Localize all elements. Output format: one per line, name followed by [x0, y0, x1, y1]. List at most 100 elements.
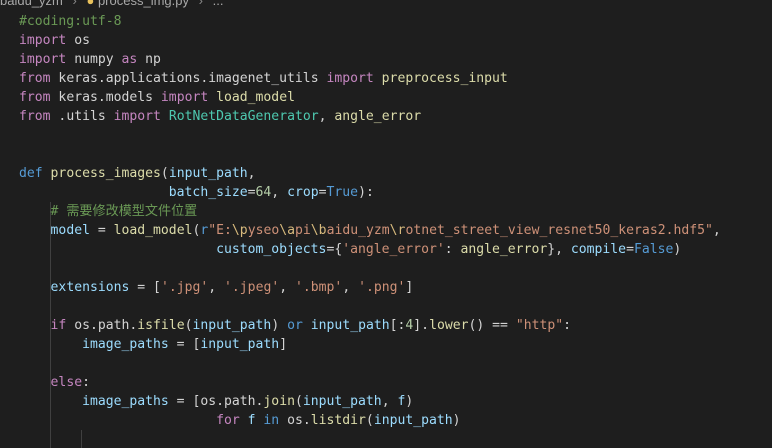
code-token: np	[137, 52, 161, 67]
code-editor[interactable]: #coding:utf-8 import os import numpy as np…	[0, 12, 772, 448]
code-token: keras.models	[50, 90, 161, 105]
code-token: batch_size	[168, 185, 248, 200]
code-token: :	[444, 242, 461, 257]
code-token: = [	[168, 337, 201, 352]
code-token: ,	[318, 109, 335, 124]
code-token: angle_error	[334, 109, 422, 124]
code-line[interactable]: else:	[19, 373, 90, 392]
code-line[interactable]: #coding:utf-8	[19, 12, 121, 31]
code-token: )	[271, 318, 288, 333]
code-token: input_path	[168, 166, 248, 181]
code-token: angle_error	[460, 242, 548, 257]
code-token: from	[19, 90, 51, 105]
code-token: input_path	[302, 394, 382, 409]
breadcrumb-trail[interactable]: ...	[213, 0, 224, 8]
code-line[interactable]: extensions = ['.jpg', '.jpeg', '.bmp', '…	[19, 278, 414, 297]
code-token: crop	[287, 185, 319, 200]
code-token: load_model	[216, 90, 295, 105]
code-token: False	[633, 242, 674, 257]
code-token: yseo	[247, 223, 280, 238]
code-line[interactable]: batch_size=64, crop=True):	[19, 183, 374, 202]
code-token: model	[50, 223, 90, 238]
code-line[interactable]: from .utils import RotNetDataGenerator, …	[19, 107, 421, 126]
code-token: otnet_street_view_resnet50_keras2.hdf5"	[405, 223, 713, 238]
code-token: or	[287, 318, 303, 333]
code-token: (	[294, 394, 303, 409]
code-token: )	[452, 413, 461, 428]
code-token: def	[19, 166, 43, 181]
code-line[interactable]: custom_objects={'angle_error': angle_err…	[19, 240, 681, 259]
code-token: ,	[381, 394, 398, 409]
code-line[interactable]: if os.path.isfile(input_path) or input_p…	[19, 316, 571, 335]
code-token: import	[19, 52, 67, 67]
code-token: input_path	[200, 337, 280, 352]
code-token: custom_objects	[216, 242, 327, 257]
code-token: (	[160, 166, 169, 181]
code-token: = [	[129, 280, 161, 295]
code-line[interactable]: # 需要修改模型文件位置	[19, 202, 198, 221]
code-token: listdir	[310, 413, 366, 428]
code-token: ].	[413, 318, 430, 333]
code-token: =	[247, 185, 256, 200]
code-token: input_path	[310, 318, 390, 333]
code-token: ,	[712, 223, 721, 238]
code-token: import	[326, 71, 374, 86]
code-token: ,	[279, 280, 295, 295]
code-token: 'angle_error'	[342, 242, 445, 257]
code-line[interactable]: for f in os.listdir(input_path)	[19, 411, 461, 430]
code-token: ):	[358, 185, 374, 200]
code-line[interactable]: model = load_model(r"E:\pyseo\api\baidu_…	[19, 221, 721, 240]
code-token: ,	[247, 166, 256, 181]
code-token: =	[626, 242, 634, 257]
code-line[interactable]: def process_images(input_path,	[19, 164, 256, 183]
code-token: = [	[168, 394, 201, 409]
breadcrumb-file[interactable]: process_img.py	[98, 0, 189, 8]
code-token: input_path	[192, 318, 272, 333]
code-token: '.bmp'	[295, 280, 343, 295]
code-token: process_images	[50, 166, 161, 181]
chevron-right-icon: ›	[72, 0, 77, 8]
code-line[interactable]: from keras.models import load_model	[19, 88, 295, 107]
code-token: os	[66, 33, 90, 48]
code-line[interactable]: from keras.applications.imagenet_utils i…	[19, 69, 508, 88]
code-token: :	[82, 375, 90, 390]
code-line[interactable]: import os	[19, 31, 90, 50]
code-token: True	[326, 185, 359, 200]
code-token: (	[365, 413, 374, 428]
code-token: [:	[389, 318, 406, 333]
code-token: else	[50, 375, 83, 390]
code-token: ,	[342, 280, 359, 295]
code-token: os.	[279, 413, 311, 428]
code-token: image_paths	[82, 394, 169, 409]
code-token: import	[113, 109, 161, 124]
code-token: \p	[231, 223, 248, 238]
code-token: '.jpg'	[160, 280, 209, 295]
code-token: isfile	[137, 318, 185, 333]
code-token: "E:	[208, 223, 232, 238]
code-token: preprocess_input	[381, 71, 508, 86]
code-token: aidu_yzm	[326, 223, 390, 238]
code-token: ]	[279, 337, 288, 352]
code-token: input_path	[373, 413, 453, 428]
code-line[interactable]: import numpy as np	[19, 50, 161, 69]
code-line[interactable]: image_paths = [os.path.join(input_path, …	[19, 392, 413, 411]
code-token: )	[405, 394, 414, 409]
code-token: for	[216, 413, 240, 428]
code-line[interactable]: image_paths = [input_path]	[19, 335, 287, 354]
code-token: "http"	[515, 318, 564, 333]
code-token: 64	[255, 185, 272, 200]
breadcrumb-folder[interactable]: baidu_yzm	[0, 0, 63, 8]
breadcrumb: baidu_yzm › ● process_img.py › ...	[0, 0, 772, 12]
code-token: () ==	[468, 318, 516, 333]
python-file-icon: ●	[86, 0, 95, 8]
